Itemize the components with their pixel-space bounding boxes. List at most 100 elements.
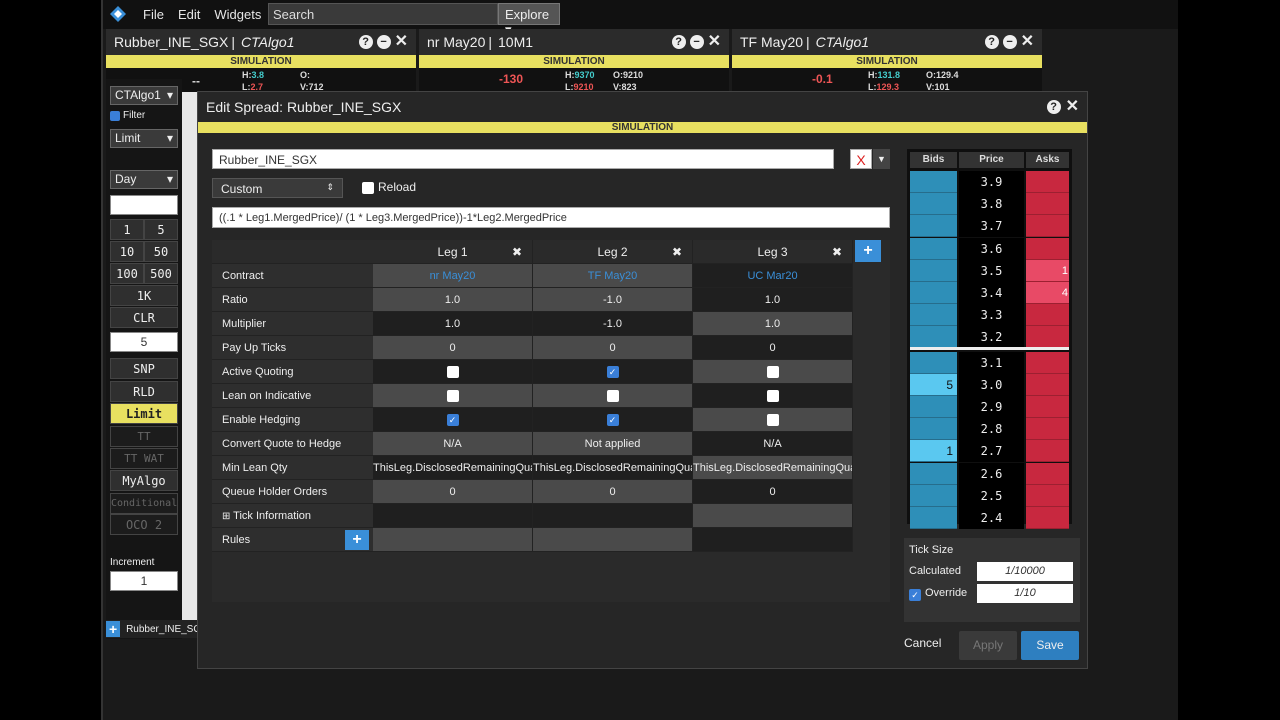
apply-button[interactable]: Apply [959,631,1017,660]
close-icon[interactable]: ✕ [708,34,721,50]
leg-1-cell[interactable]: 0 [373,480,533,504]
bid-cell[interactable] [910,193,957,216]
ask-cell[interactable] [1026,304,1069,327]
tif-select[interactable]: Day ▾ [110,170,178,189]
bid-cell[interactable] [910,259,957,282]
qty-button-1k[interactable]: 1K [110,285,178,306]
leg-3-checkbox[interactable] [766,366,779,379]
remove-leg-1-icon[interactable]: ✖ [512,240,522,263]
leg-3-cell[interactable]: 0 [693,336,853,360]
bid-cell[interactable] [910,351,957,374]
close-icon[interactable]: ✕ [395,34,408,50]
qty-input[interactable]: 5 [110,332,178,352]
ask-cell[interactable] [1026,171,1069,193]
ask-cell[interactable] [1026,326,1069,349]
increment-input[interactable]: 1 [110,571,178,591]
cell-value[interactable]: UC Mar20 [747,270,797,282]
leg-3-checkbox[interactable] [766,390,779,403]
minimize-icon[interactable]: − [1002,35,1017,49]
leg-3-checkbox[interactable] [766,414,779,427]
bid-cell[interactable] [910,484,957,507]
formula-input[interactable]: ((.1 * Leg1.MergedPrice)/ (1 * Leg3.Merg… [212,207,890,228]
bid-cell[interactable] [910,282,957,304]
add-rule-button[interactable]: + [345,530,369,550]
remove-leg-2-icon[interactable]: ✖ [672,240,682,263]
leg-2-checkbox[interactable] [606,390,619,403]
snp-button[interactable]: SNP [110,358,178,379]
close-icon[interactable]: ✕ [1066,99,1079,115]
bid-cell[interactable] [910,396,957,418]
help-icon[interactable]: ? [358,35,373,49]
override-checkbox[interactable]: ✓ [909,589,921,601]
leg-3-cell[interactable]: 0 [693,480,853,504]
price-input[interactable] [110,195,178,215]
tt-wat-button[interactable]: TT WAT [110,448,178,469]
bid-cell[interactable] [910,237,957,260]
leg-2-checkbox[interactable]: ✓ [606,366,619,379]
leg-2-cell[interactable]: 0 [533,480,693,504]
help-icon[interactable]: ? [1046,100,1061,114]
bid-cell[interactable]: 5 [910,373,957,396]
spread-name-input[interactable]: Rubber_INE_SGX [212,149,834,169]
add-leg-button[interactable]: + [855,240,881,262]
cell-value[interactable]: TF May20 [588,270,638,282]
minimize-icon[interactable]: − [689,35,704,49]
ask-cell[interactable] [1026,351,1069,374]
bid-cell[interactable] [910,215,957,238]
ask-cell[interactable]: 1 [1026,259,1069,282]
leg-3-cell[interactable]: 1.0 [693,312,853,336]
qty-button-500[interactable]: 500 [144,263,178,284]
cancel-button[interactable]: Cancel [904,636,941,650]
clear-button[interactable]: CLR [110,307,178,328]
algo-select[interactable]: CTAlgo1 ▾ [110,86,178,105]
ask-cell[interactable] [1026,237,1069,260]
conditional-button[interactable]: Conditional [110,493,178,514]
close-icon[interactable]: ✕ [1021,34,1034,50]
chevron-down-icon[interactable]: ▼ [873,149,890,169]
explore-button[interactable]: Explore ▾ [498,3,560,37]
bid-cell[interactable] [910,507,957,529]
bid-cell[interactable] [910,462,957,485]
bid-cell[interactable] [910,326,957,349]
menu-file[interactable]: File [143,7,164,22]
ask-cell[interactable] [1026,215,1069,238]
ask-cell[interactable] [1026,396,1069,418]
help-icon[interactable]: ? [984,35,999,49]
expand-icon[interactable]: ⊞ [222,511,233,522]
ask-cell[interactable] [1026,440,1069,463]
limit-button[interactable]: Limit [110,403,178,424]
menu-widgets[interactable]: Widgets [214,7,261,22]
leg-1-checkbox[interactable] [446,390,459,403]
search-input[interactable]: Search [268,3,498,25]
bid-cell[interactable] [910,418,957,441]
spread-type-select[interactable]: Custom ⇕ [212,178,343,198]
leg-1-cell[interactable]: 0 [373,336,533,360]
leg-2-cell[interactable]: -1.0 [533,312,693,336]
ask-cell[interactable] [1026,507,1069,529]
bid-cell[interactable] [910,304,957,327]
filter-checkbox[interactable] [110,111,120,121]
cell-value[interactable]: nr May20 [430,270,476,282]
exchange-button[interactable]: X [850,149,872,169]
minimize-icon[interactable]: − [376,35,391,49]
tt-bracket-button[interactable]: TT Bracket [110,426,178,463]
override-input[interactable]: 1/10 [977,584,1073,603]
ask-cell[interactable] [1026,418,1069,441]
qty-button-5[interactable]: 5 [144,219,178,240]
qty-button-10[interactable]: 10 [110,241,144,262]
reload-checkbox[interactable] [362,182,374,194]
leg-1-cell[interactable]: 1.0 [373,288,533,312]
ask-cell[interactable] [1026,193,1069,216]
bid-cell[interactable] [910,171,957,193]
qty-button-50[interactable]: 50 [144,241,178,262]
menu-edit[interactable]: Edit [178,7,200,22]
tt-logo-icon[interactable] [107,4,129,26]
row-label[interactable]: ⊞ Tick Information [212,504,373,528]
ask-cell[interactable] [1026,484,1069,507]
leg-2-cell[interactable]: 0 [533,336,693,360]
leg-2-checkbox[interactable]: ✓ [606,414,619,427]
add-tab-icon[interactable]: + [106,621,121,637]
rld-button[interactable]: RLD [110,381,178,402]
save-button[interactable]: Save [1021,631,1079,660]
leg-2-cell[interactable]: -1.0 [533,288,693,312]
